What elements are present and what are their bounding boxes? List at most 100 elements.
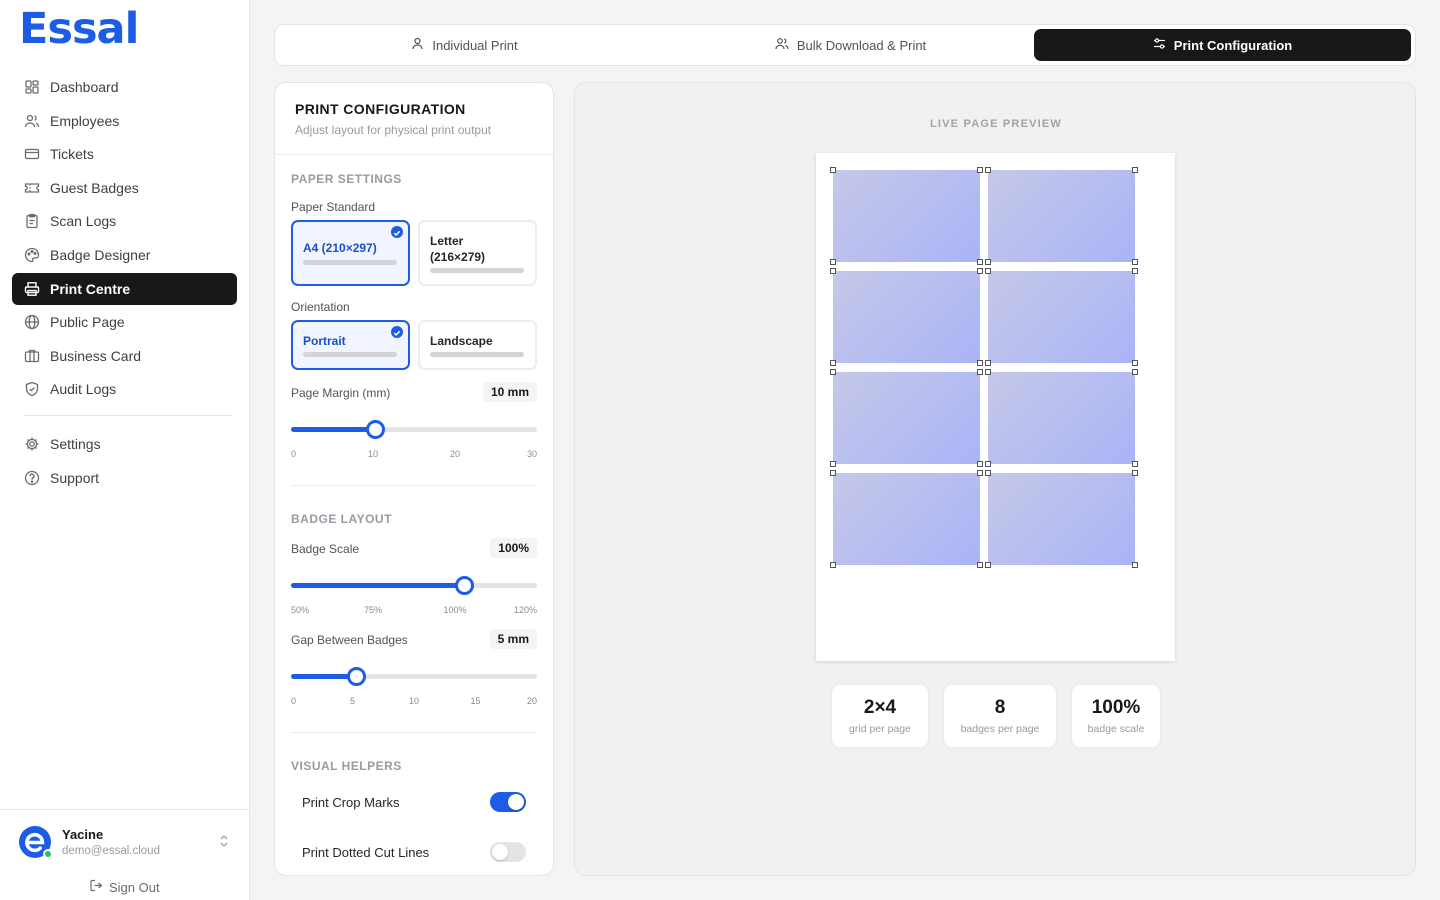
crop-mark <box>1132 360 1138 366</box>
sidebar-item-scan-logs[interactable]: Scan Logs <box>12 205 237 237</box>
sidebar-item-settings[interactable]: Settings <box>12 428 237 460</box>
crop-mark <box>985 470 991 476</box>
user-email: demo@essal.cloud <box>62 845 160 857</box>
sidebar-item-label: Public Page <box>50 314 125 331</box>
badge-scale-label: Badge Scale <box>291 542 360 556</box>
cut-lines-label: Print Dotted Cut Lines <box>302 844 430 860</box>
nav-divider <box>24 415 233 417</box>
sidebar-item-dashboard[interactable]: Dashboard <box>12 71 237 103</box>
sidebar-item-support[interactable]: Support <box>12 462 237 494</box>
slider-thumb[interactable] <box>347 667 366 686</box>
badge-icon <box>24 180 40 196</box>
live-preview-panel: LIVE PAGE PREVIEW 2×4 grid per page 8 ba… <box>574 82 1416 876</box>
tab-print-configuration[interactable]: Print Configuration <box>1034 29 1411 61</box>
crop-mark <box>985 360 991 366</box>
orientation-option-landscape[interactable]: Landscape <box>418 320 537 370</box>
slider-thumb[interactable] <box>455 576 474 595</box>
slider-tick-label: 75% <box>363 605 383 615</box>
toggle-knob <box>492 844 508 860</box>
crop-marks-row: Print Crop Marks <box>302 792 526 812</box>
paper-option-label: A4 (210×297) <box>303 241 377 255</box>
slider-tick-label: 0 <box>291 449 297 459</box>
stat-label: badges per page <box>960 723 1040 735</box>
section-heading-badge-layout: BADGE LAYOUT <box>291 512 392 526</box>
slider-tick-label: 30 <box>526 449 537 459</box>
slider-tick-label: 20 <box>449 449 461 459</box>
orientation-option-preview-bar <box>303 352 397 357</box>
badge-slot <box>833 271 980 363</box>
paper-option-preview-bar <box>430 268 524 273</box>
slider-tick-label: 20 <box>526 696 537 706</box>
tab-individual-print[interactable]: Individual Print <box>279 29 650 61</box>
crop-mark <box>977 360 983 366</box>
sign-out-button[interactable]: Sign Out <box>90 879 160 895</box>
page-margin-slider[interactable] <box>291 419 537 439</box>
preview-stats: 2×4 grid per page 8 badges per page 100%… <box>830 683 1162 749</box>
grid-icon <box>24 79 40 95</box>
orientation-option-portrait[interactable]: Portrait <box>291 320 410 370</box>
gap-label: Gap Between Badges <box>291 633 408 647</box>
page-margin-value: 10 mm <box>482 382 537 402</box>
gap-value: 5 mm <box>489 629 537 649</box>
user-menu[interactable]: Yacine demo@essal.cloud <box>18 825 233 859</box>
chevron-up-down-icon[interactable] <box>219 834 229 853</box>
sidebar-item-employees[interactable]: Employees <box>12 105 237 137</box>
gap-slider[interactable] <box>291 666 537 686</box>
crop-mark <box>985 259 991 265</box>
crop-mark <box>830 461 836 467</box>
log-out-icon <box>90 879 103 895</box>
palette-icon <box>24 247 40 263</box>
preview-page-sheet <box>816 153 1175 661</box>
tab-bulk-download-print[interactable]: Bulk Download & Print <box>660 29 1041 61</box>
crop-marks-toggle[interactable] <box>490 792 526 812</box>
crop-mark <box>1132 562 1138 568</box>
ticket-icon <box>24 146 40 162</box>
stat-value: 100% <box>1091 697 1141 718</box>
page-margin-ticks: 0 10 20 30 <box>291 449 537 461</box>
slider-thumb[interactable] <box>366 420 385 439</box>
sidebar-item-audit-logs[interactable]: Audit Logs <box>12 373 237 405</box>
paper-option-a4[interactable]: A4 (210×297) <box>291 220 410 286</box>
stat-badge-scale: 100% badge scale <box>1070 683 1162 749</box>
paper-option-letter[interactable]: Letter (216×279) <box>418 220 537 286</box>
users-icon <box>775 37 789 53</box>
tab-label: Print Configuration <box>1173 37 1293 53</box>
sidebar-item-label: Tickets <box>50 146 94 163</box>
sidebar-item-label: Scan Logs <box>50 213 117 230</box>
sidebar-item-business-card[interactable]: Business Card <box>12 340 237 372</box>
check-circle-icon <box>391 226 403 238</box>
crop-mark <box>985 461 991 467</box>
user-divider <box>0 809 250 810</box>
badge-scale-value: 100% <box>490 538 537 558</box>
print-configuration-panel: PRINT CONFIGURATION Adjust layout for ph… <box>274 82 554 876</box>
sidebar-item-public-page[interactable]: Public Page <box>12 306 237 338</box>
sign-out-label: Sign Out <box>109 879 160 895</box>
slider-tick-label: 10 <box>408 696 420 706</box>
sidebar-item-guest-badges[interactable]: Guest Badges <box>12 172 237 204</box>
stat-badges-per-page: 8 badges per page <box>942 683 1058 749</box>
section-heading-paper: PAPER SETTINGS <box>291 172 402 186</box>
crop-mark <box>830 259 836 265</box>
stat-label: badge scale <box>1087 723 1145 735</box>
sidebar-item-badge-designer[interactable]: Badge Designer <box>12 239 237 271</box>
sidebar-item-tickets[interactable]: Tickets <box>12 138 237 170</box>
gear-icon <box>24 436 40 452</box>
crop-mark <box>830 167 836 173</box>
crop-mark <box>1132 470 1138 476</box>
check-circle-icon <box>391 326 403 338</box>
cut-lines-toggle[interactable] <box>490 842 526 862</box>
sidebar-item-print-centre[interactable]: Print Centre <box>12 272 237 305</box>
crop-mark <box>830 369 836 375</box>
sidebar: Essal Dashboard Employees Tickets Guest … <box>0 0 250 900</box>
badge-slot <box>988 170 1135 262</box>
slider-tick-label: 120% <box>513 605 537 615</box>
badge-scale-slider[interactable] <box>291 575 537 595</box>
tab-label: Bulk Download & Print <box>796 37 927 53</box>
preview-heading: LIVE PAGE PREVIEW <box>929 118 1063 130</box>
globe-icon <box>24 314 40 330</box>
cut-lines-row: Print Dotted Cut Lines <box>302 842 526 862</box>
badge-slot <box>833 170 980 262</box>
brand-logo[interactable]: Essal <box>19 4 139 54</box>
badge-slot <box>988 271 1135 363</box>
panel-header: PRINT CONFIGURATION Adjust layout for ph… <box>275 83 553 155</box>
